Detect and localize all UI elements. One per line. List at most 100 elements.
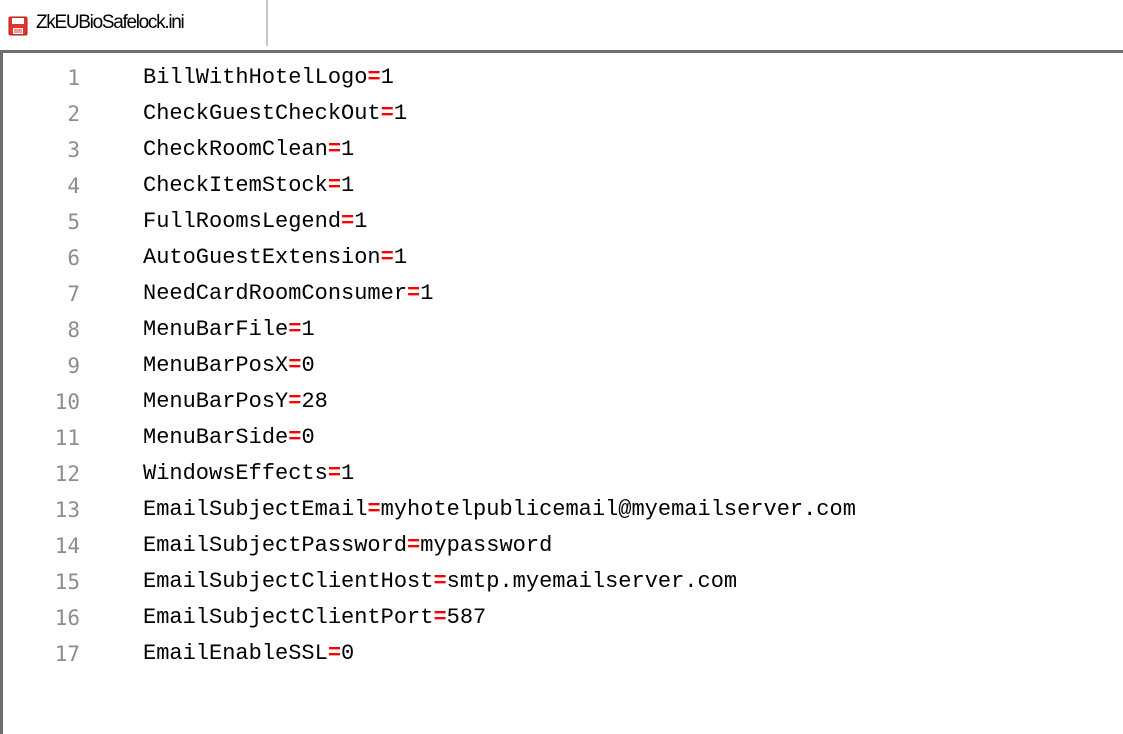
ini-value: 587 [446, 605, 487, 630]
line-code: CheckGuestCheckOut=1 [143, 96, 407, 132]
line-number: 8 [67, 318, 80, 342]
line-code: BillWithHotelLogo=1 [143, 60, 394, 96]
ini-operator: = [367, 65, 381, 90]
ini-key: CheckGuestCheckOut [143, 101, 381, 126]
ini-operator: = [380, 245, 394, 270]
line-number: 16 [54, 606, 80, 630]
ini-key: WindowsEffects [143, 461, 328, 486]
ini-operator: = [367, 497, 381, 522]
ini-operator: = [288, 317, 302, 342]
ini-operator: = [407, 281, 421, 306]
line-code: WindowsEffects=1 [143, 456, 354, 492]
line-number: 12 [54, 462, 80, 486]
line-code: AutoGuestExtension=1 [143, 240, 407, 276]
line-number: 2 [67, 102, 80, 126]
code-line[interactable]: 6 AutoGuestExtension=1 [3, 240, 1123, 276]
code-line[interactable]: 1 BillWithHotelLogo=1 [3, 60, 1123, 96]
code-line[interactable]: 13 EmailSubjectEmail=myhotelpublicemail@m… [3, 492, 1123, 528]
editor-window: ZkEUBioSafelock.ini 1 BillWithHotelLogo=1… [0, 0, 1123, 734]
line-code: EmailSubjectClientPort=587 [143, 600, 486, 636]
ini-key: BillWithHotelLogo [143, 65, 368, 90]
line-number: 10 [54, 390, 80, 414]
line-code: EmailSubjectPassword=mypassword [143, 528, 552, 564]
code-line[interactable]: 7 NeedCardRoomConsumer=1 [3, 276, 1123, 312]
code-line[interactable]: 11 MenuBarSide=0 [3, 420, 1123, 456]
line-code: MenuBarPosY=28 [143, 384, 328, 420]
line-code: EmailEnableSSL=0 [143, 636, 354, 672]
ini-key: MenuBarFile [143, 317, 289, 342]
ini-operator: = [288, 353, 302, 378]
ini-key: MenuBarPosX [143, 353, 289, 378]
code-line[interactable]: 15 EmailSubjectClientHost=smtp.myemailser… [3, 564, 1123, 600]
code-line[interactable]: 5 FullRoomsLegend=1 [3, 204, 1123, 240]
ini-value: 1 [301, 317, 315, 342]
line-code: CheckItemStock=1 [143, 168, 354, 204]
line-number: 11 [54, 426, 80, 450]
ini-key: MenuBarSide [143, 425, 289, 450]
ini-value: 1 [354, 209, 368, 234]
ini-operator: = [380, 101, 394, 126]
ini-value: 1 [341, 137, 355, 162]
code-line[interactable]: 8 MenuBarFile=1 [3, 312, 1123, 348]
code-line[interactable]: 10 MenuBarPosY=28 [3, 384, 1123, 420]
ini-key: EmailSubjectEmail [143, 497, 368, 522]
line-number: 3 [67, 138, 80, 162]
ini-value: 1 [341, 461, 355, 486]
ini-value: 1 [393, 245, 408, 270]
ini-value: mypassword [420, 533, 553, 558]
ini-key: CheckRoomClean [143, 137, 328, 162]
ini-operator: = [288, 389, 302, 414]
code-line[interactable]: 9 MenuBarPosX=0 [3, 348, 1123, 384]
ini-operator: = [327, 173, 342, 198]
line-code: MenuBarFile=1 [143, 312, 315, 348]
unsaved-file-icon[interactable] [8, 16, 28, 36]
ini-operator: = [341, 209, 355, 234]
ini-value: 1 [380, 65, 394, 90]
code-line[interactable]: 4 CheckItemStock=1 [3, 168, 1123, 204]
ini-value: 0 [301, 353, 315, 378]
ini-value: smtp.myemailserver.com [446, 569, 738, 594]
ini-operator: = [407, 533, 421, 558]
code-line[interactable]: 17 EmailEnableSSL=0 [3, 636, 1123, 672]
line-number: 5 [67, 210, 80, 234]
ini-operator: = [327, 641, 342, 666]
code-line[interactable]: 16 EmailSubjectClientPort=587 [3, 600, 1123, 636]
line-code: CheckRoomClean=1 [143, 132, 354, 168]
tab-filename: ZkEUBioSafelock.ini [36, 12, 185, 33]
ini-key: MenuBarPosY [143, 389, 289, 414]
ini-key: AutoGuestExtension [143, 245, 381, 270]
line-number: 15 [54, 570, 80, 594]
code-line[interactable]: 14 EmailSubjectPassword=mypassword [3, 528, 1123, 564]
line-number: 7 [67, 282, 80, 306]
line-number: 4 [67, 174, 80, 198]
ini-value: 1 [420, 281, 434, 306]
ini-operator: = [433, 569, 447, 594]
ini-operator: = [327, 461, 342, 486]
ini-key: CheckItemStock [143, 173, 328, 198]
tab-file[interactable]: ZkEUBioSafelock.ini [0, 0, 268, 46]
ini-value: 1 [341, 173, 355, 198]
ini-operator: = [327, 137, 342, 162]
line-number: 17 [54, 642, 80, 666]
ini-key: NeedCardRoomConsumer [143, 281, 408, 306]
ini-key: EmailSubjectClientHost [143, 569, 434, 594]
ini-value: myhotelpublicemail@myemailserver.com [380, 497, 856, 522]
line-code: FullRoomsLegend=1 [143, 204, 367, 240]
ini-key: EmailSubjectPassword [143, 533, 408, 558]
code-editor[interactable]: 1 BillWithHotelLogo=1 2 CheckGuestCheckOut=… [0, 50, 1123, 734]
code-line[interactable]: 3 CheckRoomClean=1 [3, 132, 1123, 168]
ini-operator: = [433, 605, 447, 630]
ini-value: 0 [301, 425, 315, 450]
line-code: MenuBarPosX=0 [143, 348, 315, 384]
line-number: 13 [54, 498, 80, 522]
line-code: EmailSubjectEmail=myhotelpublicemail@mye… [143, 492, 856, 528]
code-line[interactable]: 2 CheckGuestCheckOut=1 [3, 96, 1123, 132]
line-code: NeedCardRoomConsumer=1 [143, 276, 433, 312]
ini-value: 0 [341, 641, 355, 666]
ini-value: 28 [301, 389, 328, 414]
line-number: 14 [54, 534, 80, 558]
code-line[interactable]: 12 WindowsEffects=1 [3, 456, 1123, 492]
line-code: MenuBarSide=0 [143, 420, 315, 456]
ini-value: 1 [393, 101, 408, 126]
ini-key: EmailSubjectClientPort [143, 605, 434, 630]
